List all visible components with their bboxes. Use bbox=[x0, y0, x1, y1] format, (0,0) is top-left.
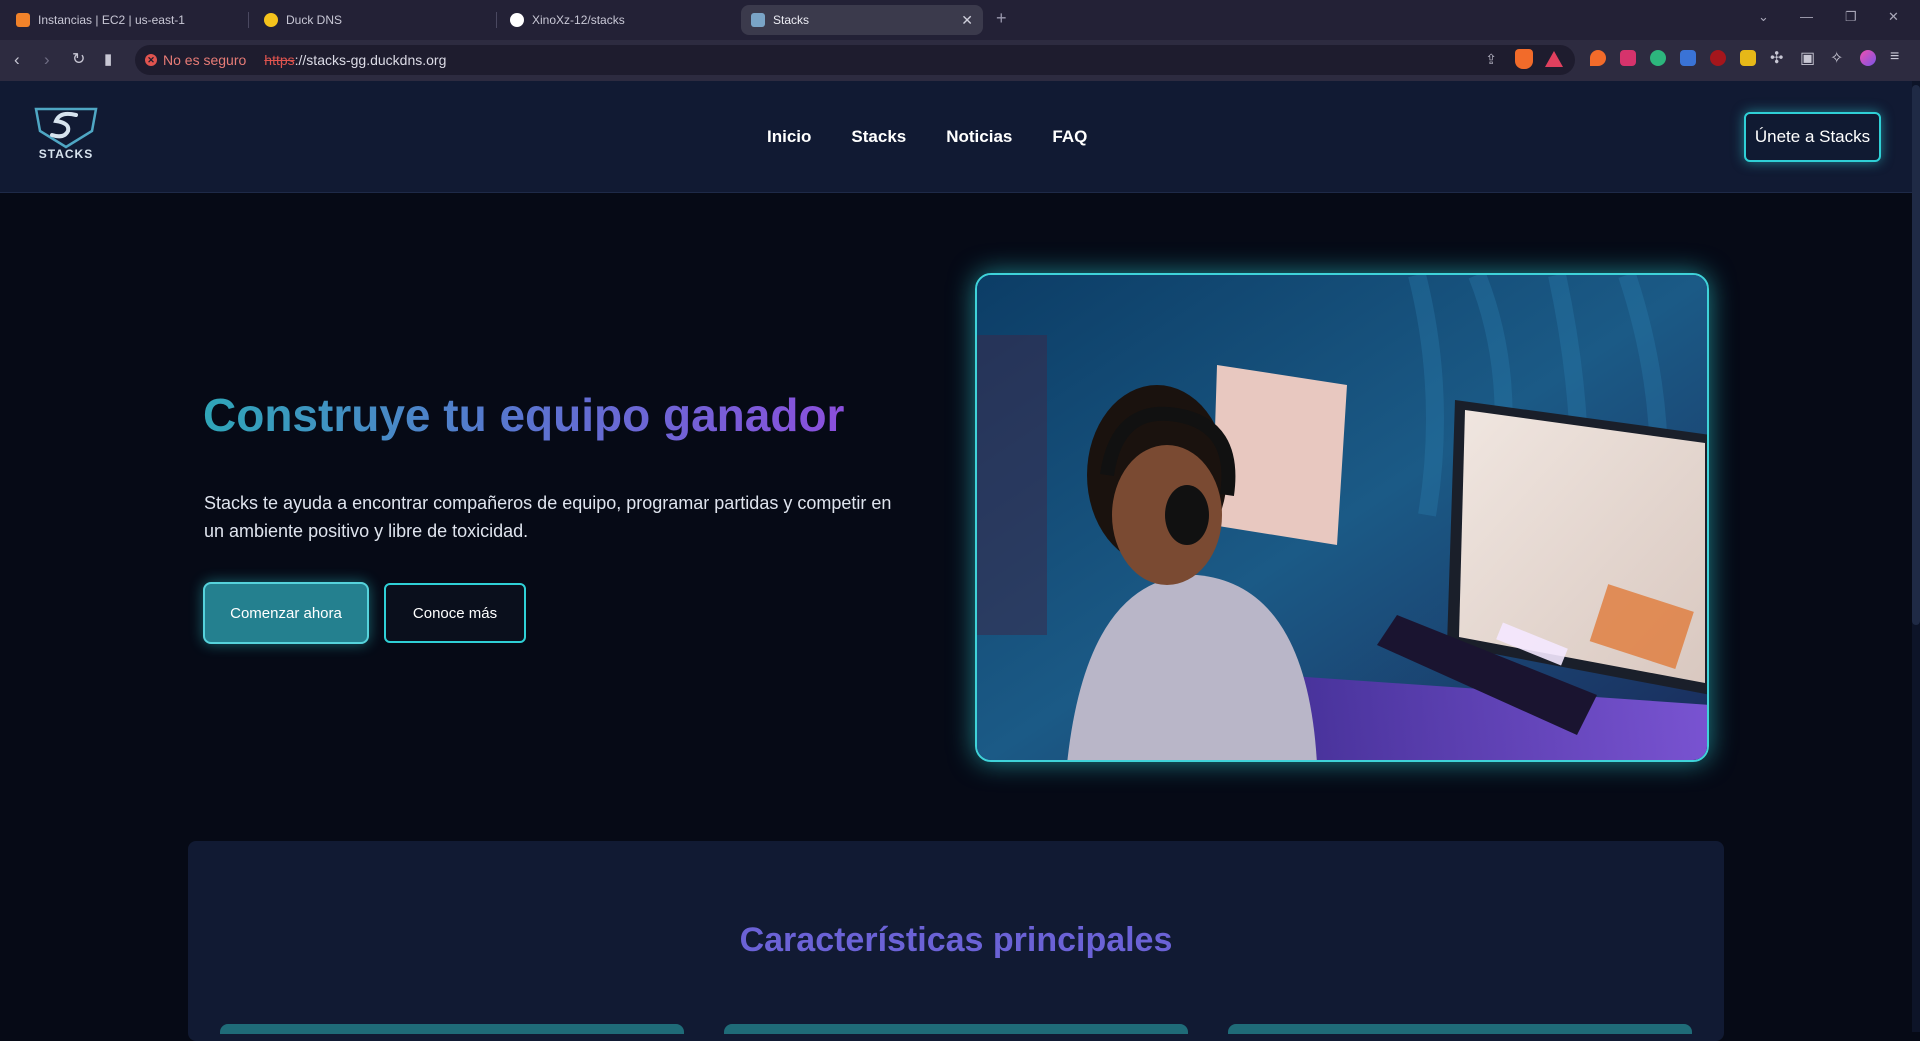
learn-more-button[interactable]: Conoce más bbox=[384, 583, 526, 643]
nav-item-noticias[interactable]: Noticias bbox=[946, 127, 1012, 147]
feature-card bbox=[724, 1024, 1188, 1034]
leo-ai-icon[interactable]: ✧ bbox=[1830, 48, 1843, 68]
tab-title: Stacks bbox=[773, 13, 810, 27]
back-arrow-icon[interactable]: ‹ bbox=[14, 49, 20, 71]
extension-fire-icon[interactable] bbox=[1590, 50, 1606, 66]
reload-icon[interactable]: ↻ bbox=[72, 49, 85, 71]
stacks-logo[interactable]: STACKS bbox=[30, 103, 102, 165]
brave-rewards-icon[interactable] bbox=[1545, 51, 1563, 67]
security-indicator[interactable]: No es seguro bbox=[163, 52, 246, 68]
join-stacks-button[interactable]: Únete a Stacks bbox=[1744, 112, 1881, 162]
hero-title: Construye tu equipo ganador bbox=[203, 389, 845, 441]
hero-gaming-image bbox=[975, 273, 1709, 762]
page-scrollbar-thumb[interactable] bbox=[1912, 85, 1920, 625]
minimize-button[interactable]: — bbox=[1800, 9, 1813, 24]
feature-card bbox=[220, 1024, 684, 1034]
restore-button[interactable]: ❐ bbox=[1845, 9, 1857, 25]
gamer-illustration bbox=[977, 275, 1707, 760]
url-scheme: https bbox=[264, 52, 295, 68]
features-title: Características principales bbox=[739, 921, 1173, 959]
tab-ec2[interactable]: Instancias | EC2 | us-east-1 bbox=[6, 5, 246, 35]
tab-duckdns[interactable]: Duck DNS bbox=[254, 5, 494, 35]
extension-ublock-icon[interactable] bbox=[1710, 50, 1726, 66]
site-header: STACKS Inicio Stacks Noticias FAQ Únete … bbox=[0, 81, 1912, 193]
forward-arrow-icon[interactable]: › bbox=[44, 49, 50, 71]
main-nav: Inicio Stacks Noticias FAQ bbox=[767, 127, 1087, 147]
feature-card bbox=[1228, 1024, 1692, 1034]
stacks-shield-icon bbox=[34, 107, 98, 149]
menu-hamburger-icon[interactable]: ≡ bbox=[1890, 48, 1899, 66]
tab-title: XinoXz-12/stacks bbox=[532, 13, 625, 27]
duck-favicon-icon bbox=[264, 13, 278, 27]
nav-item-stacks[interactable]: Stacks bbox=[851, 127, 906, 147]
url-bar[interactable]: ✕ No es seguro https ://stacks-gg.duckdn… bbox=[135, 45, 1575, 75]
profile-avatar[interactable] bbox=[1860, 50, 1876, 66]
extension-grammarly-icon[interactable] bbox=[1650, 50, 1666, 66]
tab-list-chevron-icon[interactable]: ⌄ bbox=[1758, 9, 1769, 25]
new-tab-button[interactable]: + bbox=[996, 8, 1007, 29]
close-window-button[interactable]: ✕ bbox=[1888, 9, 1899, 25]
tab-separator bbox=[496, 12, 497, 28]
stacks-favicon-icon bbox=[751, 13, 765, 27]
extension-translate-icon[interactable] bbox=[1680, 50, 1696, 66]
tab-stacks[interactable]: Stacks ✕ bbox=[741, 5, 983, 35]
share-icon[interactable]: ⇪ bbox=[1485, 51, 1497, 68]
logo-text: STACKS bbox=[38, 147, 94, 161]
bookmark-icon[interactable]: ▮ bbox=[104, 49, 112, 71]
nav-item-inicio[interactable]: Inicio bbox=[767, 127, 811, 147]
github-favicon-icon bbox=[510, 13, 524, 27]
extensions-puzzle-icon[interactable]: ✣ bbox=[1770, 48, 1783, 68]
nav-item-faq[interactable]: FAQ bbox=[1052, 127, 1087, 147]
url-host: ://stacks-gg.duckdns.org bbox=[294, 52, 447, 68]
browser-tab-bar: Instancias | EC2 | us-east-1 Duck DNS Xi… bbox=[0, 0, 1920, 40]
extension-shield-icon[interactable] bbox=[1620, 50, 1636, 66]
extension-tag-icon[interactable] bbox=[1740, 50, 1756, 66]
tab-github[interactable]: XinoXz-12/stacks bbox=[500, 5, 740, 35]
hero-description: Stacks te ayuda a encontrar compañeros d… bbox=[204, 493, 892, 541]
sidebar-toggle-icon[interactable]: ▣ bbox=[1800, 48, 1815, 68]
tab-title: Instancias | EC2 | us-east-1 bbox=[38, 13, 185, 27]
aws-favicon-icon bbox=[16, 13, 30, 27]
close-tab-icon[interactable]: ✕ bbox=[961, 12, 973, 29]
tab-separator bbox=[248, 12, 249, 28]
brave-shields-icon[interactable] bbox=[1515, 49, 1533, 69]
tab-title: Duck DNS bbox=[286, 13, 343, 27]
features-section: Características principales bbox=[188, 841, 1724, 1041]
start-now-button[interactable]: Comenzar ahora bbox=[203, 582, 369, 644]
not-secure-icon: ✕ bbox=[145, 54, 157, 66]
